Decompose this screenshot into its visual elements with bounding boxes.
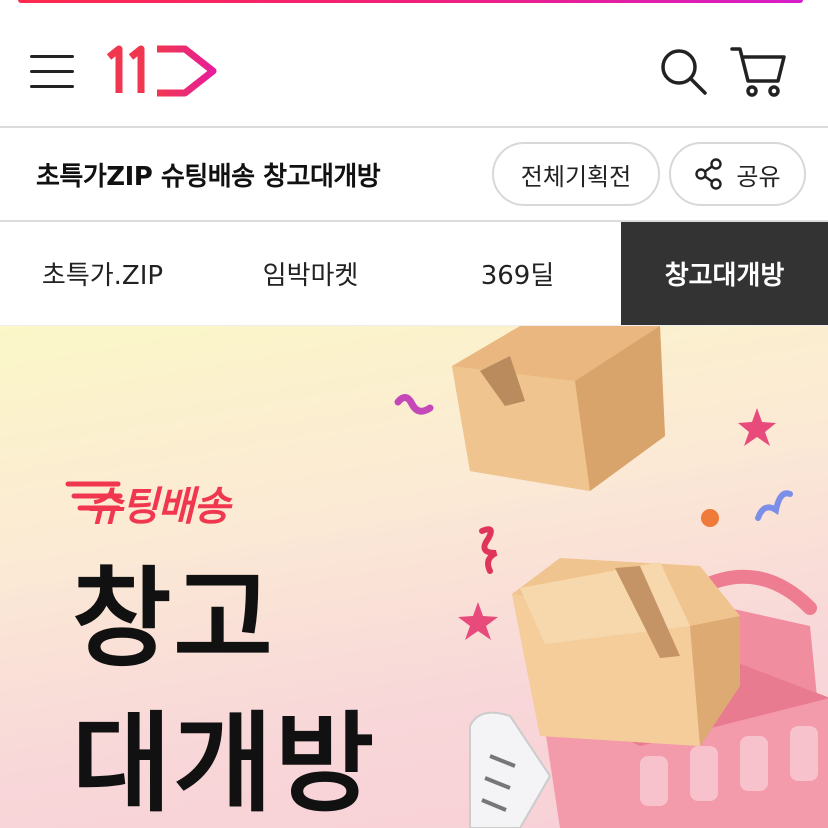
cart-icon [730,47,786,97]
star-icon [458,602,498,640]
app-header [0,3,828,126]
brand-logo[interactable] [105,43,221,99]
confetti-swirl-red [479,526,498,574]
box-illustration-top [452,326,665,491]
page-title: 초특가ZIP 슈팅배송 창고대개방 [36,162,381,192]
banner-headline-line1: 창고 [72,557,275,682]
cart-button[interactable] [730,43,786,99]
tab-warehouse-open[interactable]: 창고대개방 [621,222,828,325]
all-events-button[interactable]: 전체기획전 [492,142,660,206]
confetti-swirl-blue [755,490,793,521]
tab-super-deal-zip[interactable]: 초특가.ZIP [0,222,205,325]
share-button[interactable]: 공유 [669,142,806,206]
title-bar: 초특가ZIP 슈팅배송 창고대개방 전체기획전 공유 [0,128,828,220]
share-icon [695,158,723,190]
category-tabs: 초특가.ZIP 임박마켓 369딜 창고대개방 [0,222,828,325]
shooting-delivery-badge: 슈팅배송 [86,484,230,530]
promo-banner[interactable]: 슈팅배송 창고 대개방 [0,326,828,828]
share-label: 공유 [736,162,781,191]
hamburger-icon-line [30,85,74,88]
tab-369-deal[interactable]: 369딜 [414,222,621,325]
star-icon [738,408,776,446]
banner-headline-line2: 대개방 [72,702,377,827]
confetti-dot [701,509,719,527]
search-button[interactable] [655,43,711,99]
search-icon [661,49,707,95]
tab-imminent-market[interactable]: 임박마켓 [207,222,414,325]
confetti-swirl-purple [394,394,434,415]
box-illustration-basket [512,558,740,746]
hamburger-icon-line [30,70,74,73]
hamburger-icon-line [30,55,74,58]
logo-icon [106,45,217,97]
menu-button[interactable] [30,51,74,91]
receipt-illustration [469,711,552,828]
